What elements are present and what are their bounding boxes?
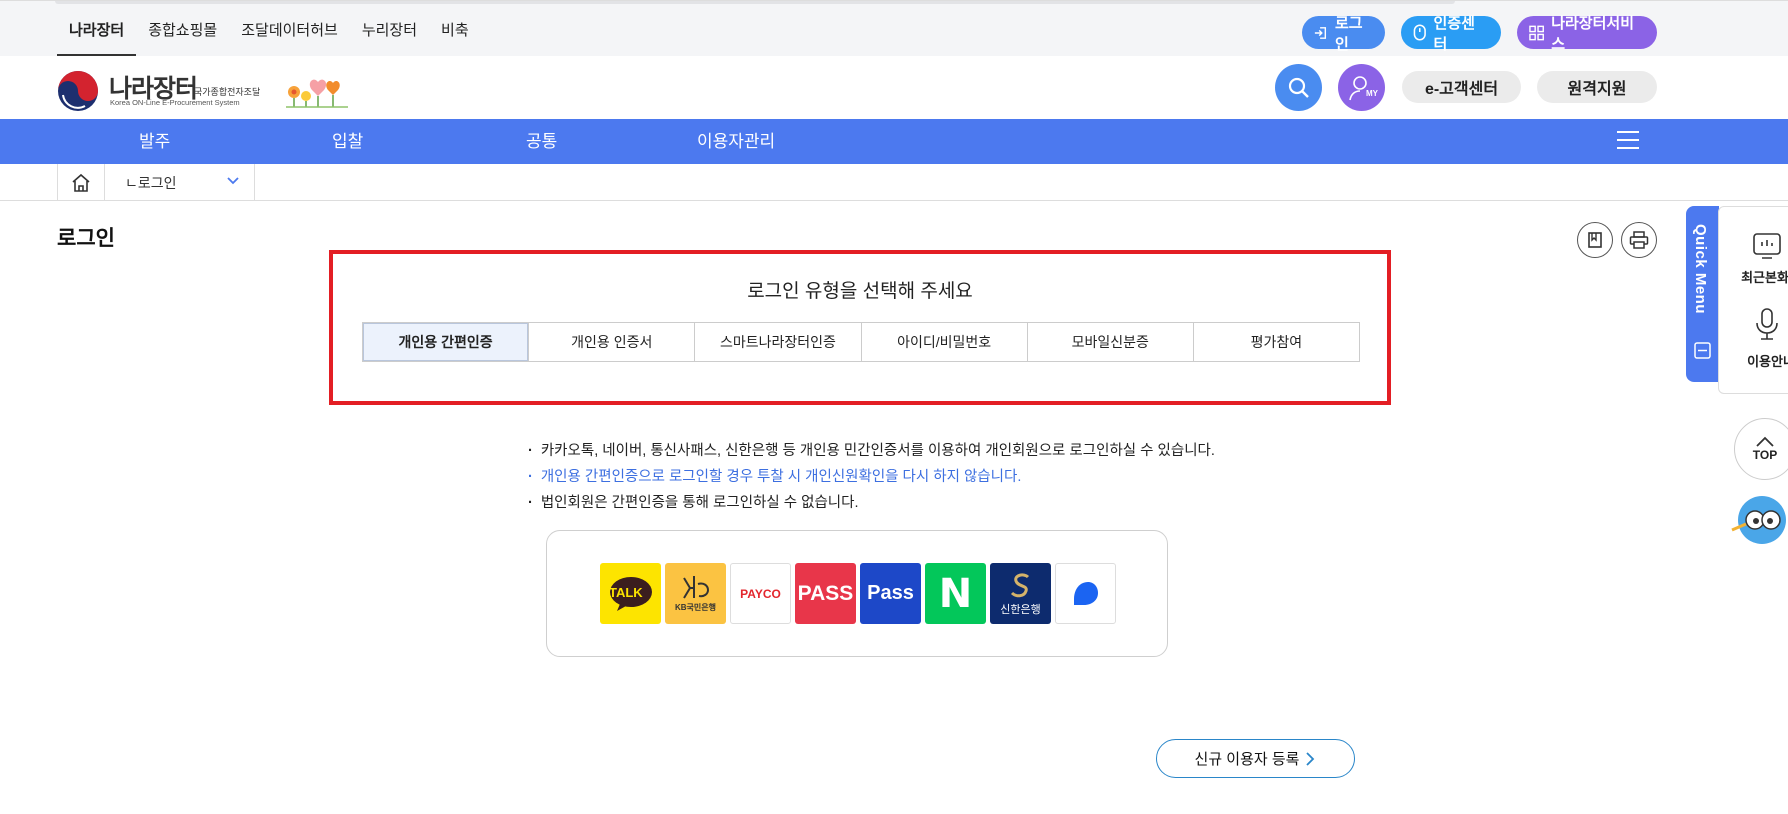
- site-link-shopping-mall[interactable]: 종합쇼핑몰: [136, 1, 229, 57]
- search-icon: [1288, 77, 1309, 98]
- site-links: 나라장터 종합쇼핑몰 조달데이터허브 누리장터 비축: [57, 1, 481, 57]
- cert-center-button[interactable]: 인증센터: [1401, 15, 1501, 53]
- print-icon: [1629, 231, 1649, 249]
- scroll-top-button[interactable]: TOP: [1734, 418, 1788, 480]
- simple-auth-providers: TALK KB국민은행 PAYCO PASS Pass N 신한은행: [546, 530, 1168, 657]
- home-icon: [72, 173, 90, 192]
- flower-decoration-icon: [286, 79, 348, 108]
- notice-item: 카카오톡, 네이버, 통신사패스, 신한은행 등 개인용 민간인증서를 이용하여…: [528, 438, 1215, 464]
- mascot-character-icon[interactable]: [1728, 490, 1788, 548]
- tab-smart-naramarket-auth[interactable]: 스마트나라장터인증: [695, 323, 862, 361]
- notice-item: 법인회원은 간편인증을 통해 로그인하실 수 없습니다.: [528, 490, 1215, 516]
- search-button[interactable]: [1275, 64, 1322, 111]
- toss-provider-button[interactable]: [1055, 563, 1116, 624]
- kakao-provider-button[interactable]: TALK: [600, 563, 661, 624]
- bookmark-button[interactable]: [1577, 222, 1613, 258]
- my-page-button[interactable]: MY: [1338, 64, 1385, 111]
- site-link-nuri-market[interactable]: 누리장터: [350, 1, 429, 57]
- site-logo[interactable]: 나라장터 국가종합전자조달 Korea ON-Line E-Procuremen…: [57, 70, 267, 111]
- quick-menu-recent[interactable]: 최근본화면: [1731, 267, 1788, 286]
- microphone-icon: [1756, 308, 1778, 340]
- login-type-title: 로그인 유형을 선택해 주세요: [747, 281, 973, 302]
- chevron-up-icon: [1756, 436, 1774, 447]
- breadcrumb-current: ㄴ로그인: [125, 174, 177, 191]
- nav-item-user-management[interactable]: 이용자관리: [697, 119, 775, 164]
- grid-icon: [1529, 25, 1544, 40]
- tab-mobile-id[interactable]: 모바일신분증: [1027, 323, 1194, 361]
- pass-kt-provider-button[interactable]: Pass: [860, 563, 921, 624]
- book-icon: [1588, 232, 1602, 248]
- shinhan-logo-icon: [1010, 572, 1029, 597]
- kb-provider-button[interactable]: KB국민은행: [665, 563, 726, 624]
- shinhan-label: 신한은행: [1000, 603, 1041, 616]
- notice-list: 카카오톡, 네이버, 통신사패스, 신한은행 등 개인용 민간인증서를 이용하여…: [528, 438, 1215, 516]
- quick-menu-panel: 최근본화면 이용안내: [1718, 206, 1788, 394]
- logo-subtitle-kr: 국가종합전자조달: [194, 87, 261, 97]
- tab-id-password[interactable]: 아이디/비밀번호: [861, 323, 1028, 361]
- logo-subtitle-en: Korea ON-Line E-Procurement System: [110, 98, 240, 107]
- nav-item-bid[interactable]: 입찰: [332, 119, 363, 164]
- naver-label: N: [938, 570, 973, 617]
- shinhan-provider-button[interactable]: 신한은행: [990, 563, 1051, 624]
- tab-personal-cert[interactable]: 개인용 인증서: [529, 323, 696, 361]
- kb-label: KB국민은행: [675, 603, 716, 612]
- menu-hamburger-icon[interactable]: [1617, 131, 1639, 151]
- quick-menu-label: Quick Menu: [1692, 224, 1709, 315]
- page-title: 로그인: [57, 227, 115, 250]
- naramarket-service-button[interactable]: 나라장터서비스: [1517, 15, 1657, 53]
- pass-provider-button[interactable]: PASS: [795, 563, 856, 624]
- login-icon: [1314, 26, 1327, 39]
- cert-center-label: 인증센터: [1433, 14, 1475, 53]
- recent-screen-icon: [1753, 233, 1781, 259]
- site-link-naramarket[interactable]: 나라장터: [57, 1, 137, 57]
- site-link-data-hub[interactable]: 조달데이터허브: [229, 1, 350, 57]
- new-user-registration-button[interactable]: 신규 이용자 등록: [1156, 739, 1355, 778]
- chevron-down-icon: [227, 177, 239, 185]
- nav-item-common[interactable]: 공통: [526, 119, 557, 164]
- user-icon: [1348, 75, 1367, 100]
- mouse-icon: [1413, 24, 1426, 41]
- breadcrumb-select[interactable]: ㄴ로그인: [105, 164, 255, 201]
- my-label: MY: [1366, 89, 1378, 98]
- chevron-right-icon: [1306, 751, 1315, 766]
- login-type-tabs: 개인용 간편인증 개인용 인증서 스마트나라장터인증 아이디/비밀번호 모바일신…: [362, 322, 1360, 362]
- toss-icon: [1073, 581, 1098, 605]
- tab-evaluation[interactable]: 평가참여: [1193, 323, 1360, 361]
- kakao-label: TALK: [609, 585, 643, 600]
- top-utility-bar: 나라장터 종합쇼핑몰 조달데이터허브 누리장터 비축 로그인 인증센터 나라장터…: [0, 0, 1788, 57]
- home-button[interactable]: [57, 164, 105, 201]
- nav-item-order[interactable]: 발주: [139, 119, 170, 164]
- e-customer-center-button[interactable]: e-고객센터: [1402, 71, 1521, 103]
- notice-item-highlight: 개인용 간편인증으로 로그인할 경우 투찰 시 개인신원확인을 다시 하지 않습…: [528, 464, 1215, 490]
- print-button[interactable]: [1621, 222, 1657, 258]
- site-header: 나라장터 국가종합전자조달 Korea ON-Line E-Procuremen…: [0, 56, 1788, 119]
- login-button-label: 로그인: [1334, 14, 1363, 53]
- main-nav: 발주 입찰 공통 이용자관리: [0, 119, 1788, 164]
- taegeuk-logo-icon: [58, 71, 98, 111]
- breadcrumb: ㄴ로그인: [0, 164, 1788, 201]
- remote-support-button[interactable]: 원격지원: [1537, 71, 1657, 103]
- collapse-icon[interactable]: [1694, 342, 1711, 359]
- quick-menu-guide[interactable]: 이용안내: [1731, 351, 1788, 370]
- site-link-stockpile[interactable]: 비축: [429, 1, 481, 57]
- register-label: 신규 이용자 등록: [1194, 751, 1300, 768]
- payco-provider-button[interactable]: PAYCO: [730, 563, 791, 624]
- login-type-panel: 로그인 유형을 선택해 주세요 개인용 간편인증 개인용 인증서 스마트나라장터…: [329, 250, 1391, 405]
- naramarket-service-label: 나라장터서비스: [1551, 14, 1635, 53]
- tab-simple-auth[interactable]: 개인용 간편인증: [363, 323, 530, 361]
- kb-star-icon: [682, 576, 709, 599]
- login-button[interactable]: 로그인: [1302, 15, 1385, 53]
- naver-provider-button[interactable]: N: [925, 563, 986, 624]
- quick-menu-tab[interactable]: Quick Menu: [1686, 206, 1719, 382]
- top-label: TOP: [1752, 448, 1778, 462]
